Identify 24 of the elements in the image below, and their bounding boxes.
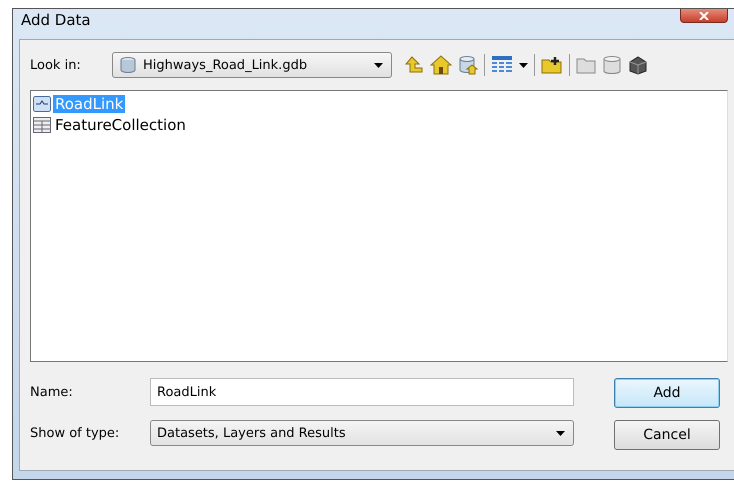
- window-title: Add Data: [21, 11, 91, 29]
- new-folder-icon[interactable]: [541, 55, 563, 75]
- look-in-dropdown[interactable]: Highways_Road_Link.gdb: [112, 52, 392, 78]
- list-item[interactable]: FeatureCollection: [33, 114, 725, 135]
- caret-icon: [374, 62, 383, 68]
- database-icon: [119, 56, 137, 74]
- table-icon: [33, 116, 51, 132]
- caret-icon[interactable]: [519, 62, 528, 68]
- look-in-label: Look in:: [30, 58, 82, 72]
- name-field[interactable]: RoadLink: [150, 378, 574, 406]
- add-button[interactable]: Add: [614, 378, 720, 408]
- line-feature-icon: [33, 96, 51, 112]
- cylinder-icon[interactable]: [602, 55, 622, 75]
- cancel-button[interactable]: Cancel: [614, 420, 720, 450]
- up-arrow-icon[interactable]: [404, 55, 424, 75]
- name-label: Name:: [30, 384, 74, 400]
- home-icon[interactable]: [430, 55, 452, 75]
- type-label: Show of type:: [30, 426, 120, 440]
- close-button[interactable]: [680, 9, 728, 23]
- grid-view-icon[interactable]: [491, 55, 513, 75]
- close-icon: [699, 12, 709, 20]
- database-home-icon[interactable]: [458, 55, 478, 75]
- caret-icon: [556, 430, 565, 436]
- type-dropdown[interactable]: Datasets, Layers and Results: [150, 420, 574, 446]
